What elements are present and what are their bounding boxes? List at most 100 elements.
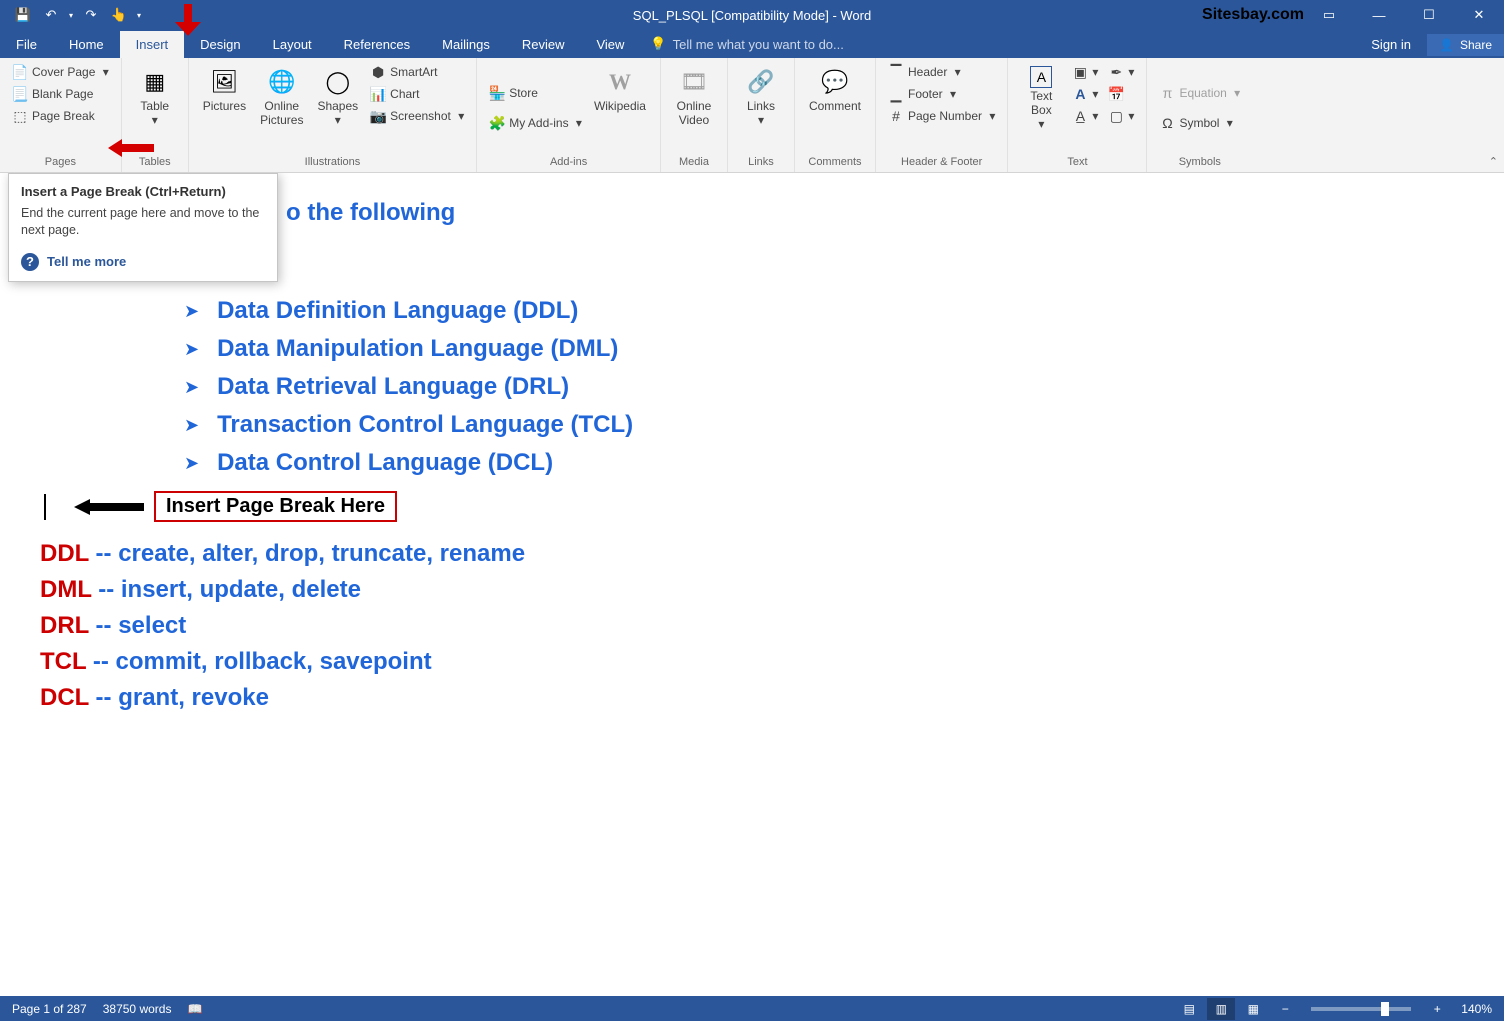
touch-mode-button[interactable]: 👆 xyxy=(106,2,132,28)
chart-button[interactable]: 📊Chart xyxy=(366,84,468,104)
redo-button[interactable]: ↷ xyxy=(78,2,104,28)
tooltip-tell-me-more[interactable]: ? Tell me more xyxy=(21,253,265,271)
read-mode-button[interactable]: ▤ xyxy=(1175,998,1203,1020)
zoom-in-button[interactable]: + xyxy=(1423,998,1451,1020)
print-layout-button[interactable]: ▥ xyxy=(1207,998,1235,1020)
shapes-button[interactable]: ◯Shapes▾ xyxy=(311,62,364,154)
wikipedia-button[interactable]: WWikipedia xyxy=(588,62,652,154)
page-indicator[interactable]: Page 1 of 287 xyxy=(12,1002,87,1016)
tab-layout[interactable]: Layout xyxy=(257,31,328,58)
zoom-slider[interactable] xyxy=(1311,1007,1411,1011)
save-button[interactable]: 💾 xyxy=(10,2,36,28)
qat-dropdown[interactable]: ▾ xyxy=(134,2,144,28)
share-icon: 👤 xyxy=(1439,38,1454,52)
spell-check-button[interactable]: 📖 xyxy=(187,1002,202,1016)
word-count[interactable]: 38750 words xyxy=(103,1002,172,1016)
ribbon: 📄Cover Page ▾ 📃Blank Page ⬚Page Break Pa… xyxy=(0,58,1504,173)
zoom-thumb[interactable] xyxy=(1381,1002,1389,1016)
window-title: SQL_PLSQL [Compatibility Mode] - Word xyxy=(633,8,871,23)
smartart-label: SmartArt xyxy=(390,65,437,79)
def-val: -- create, alter, drop, truncate, rename xyxy=(89,540,525,567)
zoom-level[interactable]: 140% xyxy=(1461,1002,1492,1016)
wordart-button[interactable]: A▾ xyxy=(1068,84,1102,104)
tell-me-search[interactable]: 💡 Tell me what you want to do... xyxy=(640,30,853,58)
store-button[interactable]: 🏪Store xyxy=(485,83,586,103)
insert-annotation-row: Insert Page Break Here xyxy=(44,491,1474,522)
equation-button[interactable]: πEquation ▾ xyxy=(1155,83,1244,103)
group-comments: 💬Comment Comments xyxy=(795,58,876,172)
dropcap-button[interactable]: A̲▾ xyxy=(1068,106,1102,126)
footer-button[interactable]: ▁Footer ▾ xyxy=(884,84,999,104)
date-icon: 📅 xyxy=(1108,86,1124,102)
sign-in-link[interactable]: Sign in xyxy=(1355,31,1427,58)
collapse-ribbon-button[interactable]: ⌃ xyxy=(1489,155,1498,168)
bullet-item: ➤Data Manipulation Language (DML) xyxy=(184,335,1474,363)
tab-references[interactable]: References xyxy=(328,31,426,58)
date-time-button[interactable]: 📅 xyxy=(1104,84,1138,104)
web-layout-button[interactable]: ▦ xyxy=(1239,998,1267,1020)
ribbon-display-button[interactable]: ▭ xyxy=(1304,0,1354,30)
tab-review[interactable]: Review xyxy=(506,31,581,58)
textbox-button[interactable]: ATextBox▾ xyxy=(1016,62,1066,154)
bullet-text: Data Definition Language (DDL) xyxy=(217,297,578,325)
maximize-button[interactable]: ☐ xyxy=(1404,0,1454,30)
bullet-text: Transaction Control Language (TCL) xyxy=(217,411,633,439)
addins-icon: 🧩 xyxy=(489,115,505,131)
document-area[interactable]: Insert a Page Break (Ctrl+Return) End th… xyxy=(0,173,1504,996)
watermark-text: Sitesbay.com xyxy=(1202,6,1304,24)
object-icon: ▢ xyxy=(1108,108,1124,124)
chart-icon: 📊 xyxy=(370,86,386,102)
bullet-arrow-icon: ➤ xyxy=(184,415,199,436)
online-pictures-icon: 🌐 xyxy=(266,66,298,98)
minimize-button[interactable]: — xyxy=(1354,0,1404,30)
def-val: -- commit, rollback, savepoint xyxy=(86,648,431,675)
quick-parts-button[interactable]: ▣▾ xyxy=(1068,62,1102,82)
tooltip-more-label: Tell me more xyxy=(47,254,126,269)
equation-icon: π xyxy=(1159,85,1175,101)
symbol-icon: Ω xyxy=(1159,115,1175,131)
group-text: ATextBox▾ ▣▾ A▾ A̲▾ ✒▾ 📅 ▢▾ Text xyxy=(1008,58,1147,172)
undo-button[interactable]: ↶ xyxy=(38,2,64,28)
def-line: TCL -- commit, rollback, savepoint xyxy=(40,648,1474,676)
tooltip-title: Insert a Page Break (Ctrl+Return) xyxy=(21,184,265,199)
cover-page-icon: 📄 xyxy=(12,64,28,80)
dropcap-icon: A̲ xyxy=(1072,108,1088,124)
tab-view[interactable]: View xyxy=(580,31,640,58)
text-cursor-icon xyxy=(44,494,46,520)
share-label: Share xyxy=(1460,38,1492,52)
smartart-button[interactable]: ⬢SmartArt xyxy=(366,62,468,82)
wikipedia-label: Wikipedia xyxy=(594,100,646,114)
object-button[interactable]: ▢▾ xyxy=(1104,106,1138,126)
symbol-label: Symbol xyxy=(1179,116,1219,130)
page-number-icon: # xyxy=(888,108,904,124)
zoom-out-button[interactable]: − xyxy=(1271,998,1299,1020)
undo-dropdown[interactable]: ▾ xyxy=(66,2,76,28)
tab-home[interactable]: Home xyxy=(53,31,120,58)
header-button[interactable]: ▔Header ▾ xyxy=(884,62,999,82)
textbox-label: TextBox xyxy=(1030,89,1052,117)
tab-mailings[interactable]: Mailings xyxy=(426,31,506,58)
blank-page-button[interactable]: 📃Blank Page xyxy=(8,84,113,104)
page-break-button[interactable]: ⬚Page Break xyxy=(8,106,113,126)
screenshot-button[interactable]: 📷Screenshot ▾ xyxy=(366,106,468,126)
online-video-button[interactable]: 🎞OnlineVideo xyxy=(669,62,719,154)
online-pictures-button[interactable]: 🌐OnlinePictures xyxy=(254,62,309,154)
comment-button[interactable]: 💬Comment xyxy=(803,62,867,154)
group-label-addins: Add-ins xyxy=(485,154,652,170)
tab-file[interactable]: File xyxy=(0,31,53,58)
share-button[interactable]: 👤 Share xyxy=(1427,34,1504,56)
def-line: DML -- insert, update, delete xyxy=(40,576,1474,604)
group-links: 🔗Links▾ Links xyxy=(728,58,795,172)
my-addins-button[interactable]: 🧩My Add-ins ▾ xyxy=(485,113,586,133)
close-button[interactable]: ✕ xyxy=(1454,0,1504,30)
cover-page-button[interactable]: 📄Cover Page ▾ xyxy=(8,62,113,82)
pictures-button[interactable]: 🖼Pictures xyxy=(197,62,252,154)
signature-line-button[interactable]: ✒▾ xyxy=(1104,62,1138,82)
pictures-icon: 🖼 xyxy=(208,66,240,98)
symbol-button[interactable]: ΩSymbol ▾ xyxy=(1155,113,1244,133)
page-number-button[interactable]: #Page Number ▾ xyxy=(884,106,999,126)
quick-parts-icon: ▣ xyxy=(1072,64,1088,80)
def-key: DRL xyxy=(40,612,89,639)
screenshot-label: Screenshot xyxy=(390,109,451,123)
links-button[interactable]: 🔗Links▾ xyxy=(736,62,786,154)
